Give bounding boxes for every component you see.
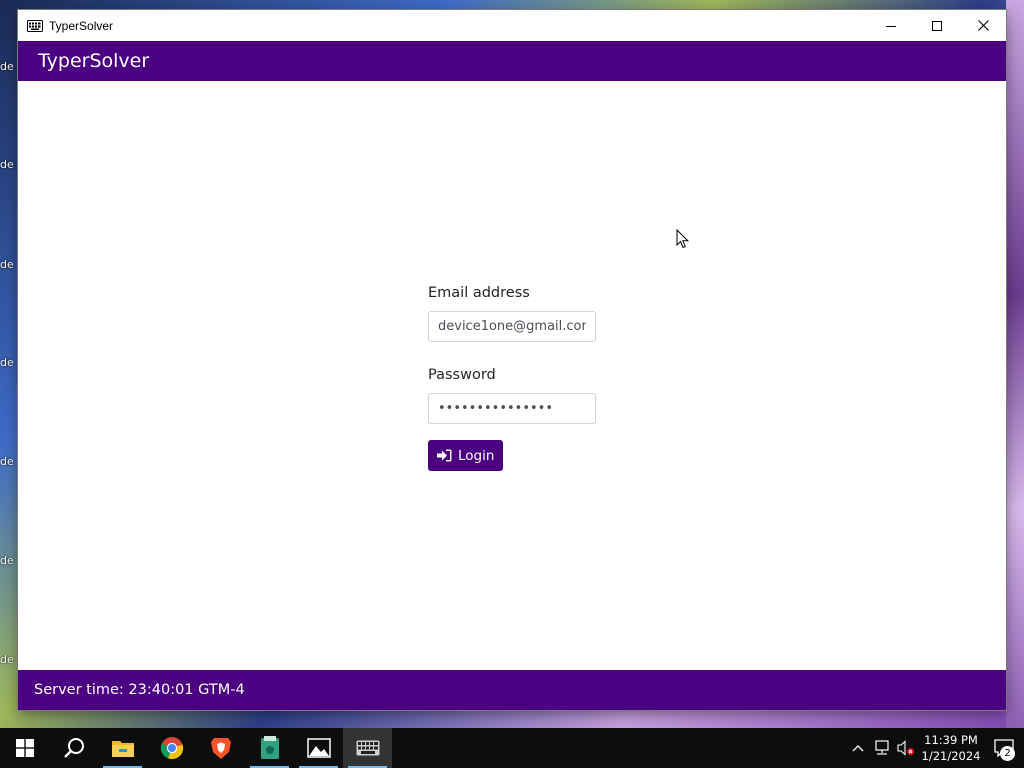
- window-controls: [868, 10, 1006, 41]
- taskbar-chrome[interactable]: [147, 728, 196, 768]
- minimize-icon: [886, 25, 896, 27]
- email-label: Email address: [428, 285, 530, 301]
- taskbar-typersolver[interactable]: [343, 728, 392, 768]
- chevron-up-icon: [852, 745, 864, 752]
- keyboard-icon: [356, 740, 379, 756]
- desktop-icon[interactable]: de: [0, 554, 18, 594]
- sign-in-icon: [437, 449, 452, 462]
- windows-logo-icon: [15, 739, 34, 757]
- password-label: Password: [428, 367, 496, 383]
- network-button[interactable]: [870, 728, 894, 768]
- login-button-label: Login: [458, 447, 495, 464]
- archive-icon: [260, 736, 279, 759]
- desktop-icon[interactable]: de: [0, 258, 18, 298]
- desktop-icon[interactable]: de: [0, 455, 18, 495]
- email-field[interactable]: [428, 311, 596, 342]
- taskbar-photos[interactable]: [294, 728, 343, 768]
- close-icon: [977, 20, 989, 31]
- window-titlebar[interactable]: TyperSolver: [18, 10, 1006, 41]
- maximize-button[interactable]: [914, 10, 960, 41]
- desktop-icon[interactable]: de: [0, 60, 18, 100]
- network-icon: [875, 740, 889, 755]
- action-center-button[interactable]: 2: [984, 728, 1024, 768]
- app-footer: Server time: 23:40:01 GTM-4: [18, 670, 1006, 710]
- chrome-icon: [160, 737, 183, 760]
- keyboard-icon: [27, 19, 43, 32]
- desktop-background-right: [1006, 0, 1024, 728]
- volume-button[interactable]: [894, 728, 918, 768]
- start-button[interactable]: [0, 728, 49, 768]
- main-content: Email address Password Login: [18, 81, 1006, 670]
- desktop-icon[interactable]: de: [0, 653, 18, 693]
- taskbar-archive-app[interactable]: [245, 728, 294, 768]
- folder-icon: [111, 741, 134, 757]
- volume-muted-icon: [897, 740, 914, 756]
- desktop-icon[interactable]: de: [0, 356, 18, 396]
- minimize-button[interactable]: [868, 10, 914, 41]
- maximize-icon: [932, 20, 942, 31]
- brave-icon: [210, 738, 231, 759]
- login-form: Email address Password Login: [428, 285, 648, 471]
- app-brand: TyperSolver: [38, 50, 150, 72]
- desktop-icon[interactable]: de: [0, 158, 18, 198]
- clock-date: 1/21/2024: [921, 749, 981, 763]
- clock-time: 11:39 PM: [924, 733, 978, 747]
- window-title: TyperSolver: [49, 18, 114, 33]
- close-button[interactable]: [960, 10, 1006, 41]
- photos-icon: [306, 738, 331, 758]
- password-field[interactable]: [428, 393, 596, 424]
- taskbar-clock[interactable]: 11:39 PM 1/21/2024: [918, 732, 984, 764]
- show-hidden-icons-button[interactable]: [846, 728, 870, 768]
- typersolver-window: TyperSolver TyperSolver Email address Pa…: [18, 10, 1006, 710]
- taskbar: 11:39 PM 1/21/2024 2: [0, 728, 1024, 768]
- taskbar-file-explorer[interactable]: [98, 728, 147, 768]
- system-tray: 11:39 PM 1/21/2024 2: [846, 728, 1024, 768]
- app-header: TyperSolver: [18, 41, 1006, 81]
- mouse-pointer-icon: [676, 229, 690, 249]
- search-icon: [63, 738, 84, 758]
- notification-count: 2: [1000, 746, 1015, 761]
- login-button[interactable]: Login: [428, 440, 504, 471]
- server-time: Server time: 23:40:01 GTM-4: [34, 682, 245, 698]
- search-button[interactable]: [49, 728, 98, 768]
- taskbar-brave[interactable]: [196, 728, 245, 768]
